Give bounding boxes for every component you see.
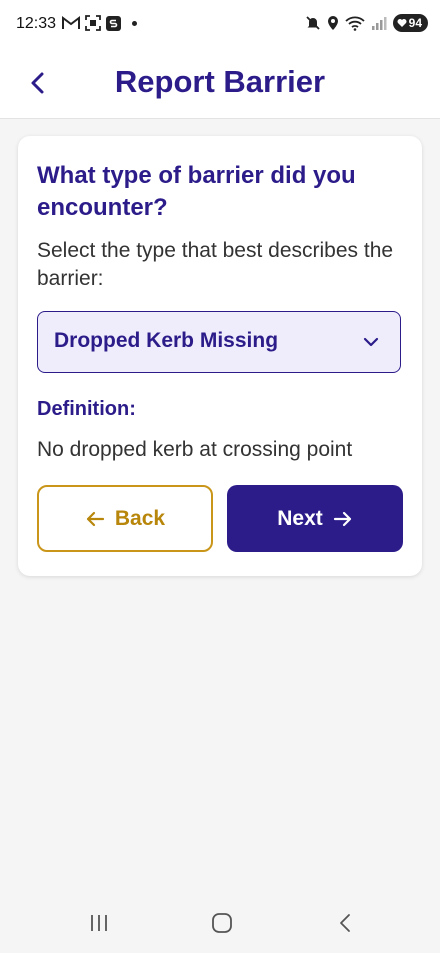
definition-label: Definition: [37,398,136,420]
status-bar: 12:33 94 [0,0,440,50]
back-button[interactable]: Back [37,485,213,552]
select-value: Dropped Kerb Missing [54,329,279,352]
battery-level: 94 [408,16,422,30]
screenshot-icon [85,15,101,31]
page-title: Report Barrier [114,64,326,99]
arrow-right-icon [333,511,351,526]
chevron-down-icon [363,337,379,347]
barrier-type-card: What type of barrier did you encounter? … [18,136,422,576]
battery-icon: 94 [392,14,428,32]
definition-text: No dropped kerb at crossing point [37,438,353,461]
status-left-icons [62,15,137,31]
s-app-icon [106,15,121,31]
notification-dot [132,20,137,26]
signal-icon [371,17,387,30]
status-time: 12:33 [16,15,57,32]
back-nav-icon[interactable] [337,913,353,933]
barrier-type-select[interactable]: Dropped Kerb Missing [37,311,401,373]
location-icon [327,16,338,30]
system-nav-bar [0,897,440,953]
next-button[interactable]: Next [227,485,403,552]
status-right-icons: 94 [305,14,428,32]
gmail-icon [62,16,80,29]
arrow-left-icon [86,511,104,526]
next-button-label: Next [277,506,323,530]
question-title: What type of barrier did you encounter? [37,162,356,221]
back-button-label: Back [114,506,166,530]
battery-heart-icon [397,19,407,27]
app-bar: Report Barrier [0,50,440,119]
wifi-icon [345,16,365,31]
home-icon[interactable] [211,913,233,933]
recents-icon[interactable] [89,913,109,933]
mute-icon [306,16,320,30]
instruction-text: Select the type that best describes the … [37,239,394,290]
